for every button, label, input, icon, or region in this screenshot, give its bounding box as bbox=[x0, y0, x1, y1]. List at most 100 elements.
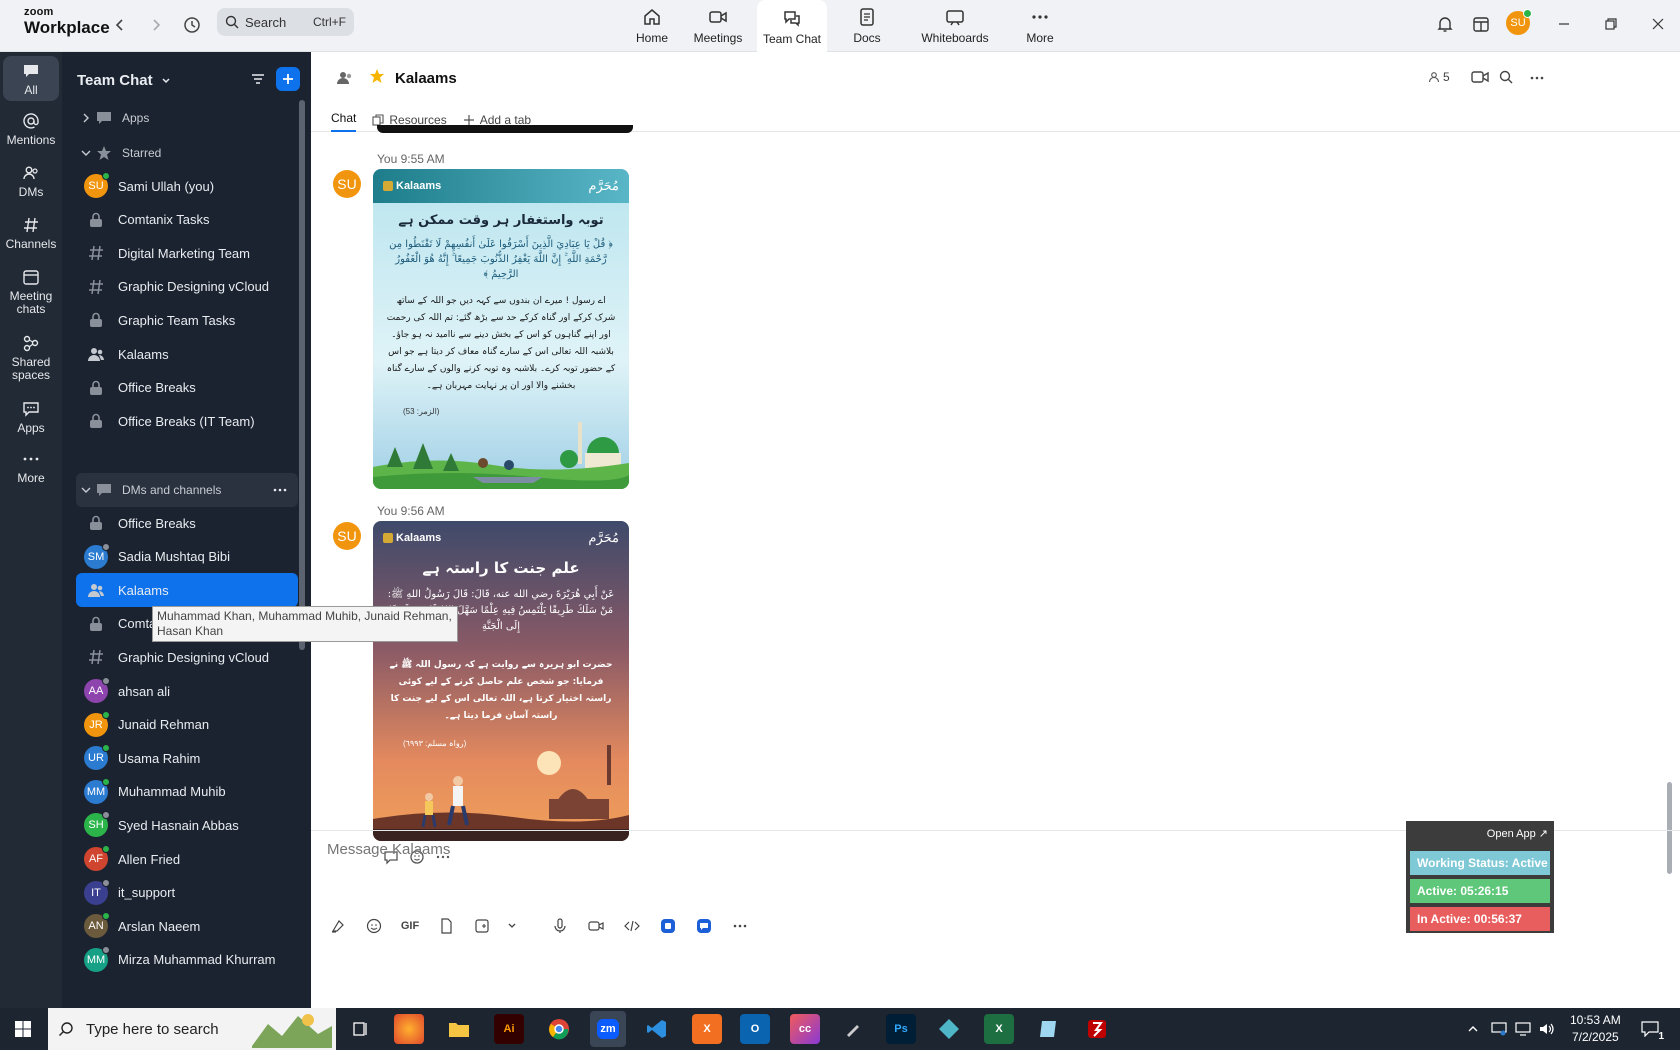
tab-whiteboards[interactable]: Whiteboards bbox=[912, 0, 998, 52]
team-chat-dropdown[interactable]: Team Chat bbox=[77, 72, 171, 89]
restore-icon[interactable] bbox=[1599, 12, 1623, 36]
sidebar-item[interactable]: Graphic Designing vCloud bbox=[76, 270, 298, 304]
sidebar-scrollbar[interactable] bbox=[299, 100, 305, 650]
channel-title[interactable]: Kalaams bbox=[395, 70, 457, 87]
back-arrow-icon[interactable] bbox=[108, 13, 132, 37]
message-image[interactable]: Kalaams مُحَرَّم توبہ واستغفار ہر وقت مم… bbox=[373, 169, 629, 489]
open-app-link[interactable]: Open App ↗ bbox=[1487, 827, 1548, 840]
creative-cloud-icon[interactable]: cc bbox=[790, 1014, 820, 1044]
sidebar-item[interactable]: Kalaams bbox=[76, 573, 298, 608]
sidebar-item[interactable]: MM Muhammad Muhib bbox=[76, 775, 298, 809]
sidebar-item[interactable]: AF Allen Fried bbox=[76, 842, 298, 876]
sidebar-item[interactable]: JR Junaid Rehman bbox=[76, 708, 298, 742]
sidebar-item[interactable]: Graphic Designing vCloud bbox=[76, 640, 298, 674]
tab-chat[interactable]: Chat bbox=[331, 108, 357, 132]
message-image[interactable]: Kalaams مُحَرَّم علم جنت کا راستہ ہے عَن… bbox=[373, 521, 629, 841]
app-blue-icon[interactable] bbox=[657, 915, 679, 937]
sidebar-item[interactable]: MM Mirza Muhammad Khurram bbox=[76, 943, 298, 977]
forward-arrow-icon[interactable] bbox=[144, 13, 168, 37]
sidebar-item[interactable]: Office Breaks bbox=[76, 371, 298, 405]
chrome-icon[interactable] bbox=[544, 1014, 574, 1044]
rail-mentions[interactable]: Mentions bbox=[3, 112, 59, 147]
sidebar-item[interactable]: SH Syed Hasnain Abbas bbox=[76, 808, 298, 842]
tab-home[interactable]: Home bbox=[622, 0, 682, 52]
remote-desktop-icon[interactable] bbox=[1488, 1014, 1510, 1044]
dms-channels-section[interactable]: DMs and channels bbox=[76, 473, 298, 507]
windows-start-icon[interactable] bbox=[8, 1014, 38, 1044]
format-icon[interactable] bbox=[327, 915, 349, 937]
filezilla-icon[interactable] bbox=[1082, 1014, 1112, 1044]
rail-apps[interactable]: Apps bbox=[3, 400, 59, 435]
sidebar-item[interactable]: Digital Marketing Team bbox=[76, 236, 298, 270]
rail-channels[interactable]: Channels bbox=[3, 216, 59, 251]
history-icon[interactable] bbox=[180, 13, 204, 37]
notification-center-icon[interactable]: 1 bbox=[1634, 1014, 1666, 1044]
vscode-icon[interactable] bbox=[642, 1014, 672, 1044]
section-more-icon[interactable] bbox=[272, 482, 288, 498]
video-call-icon[interactable] bbox=[1471, 70, 1489, 84]
sidebar-item[interactable]: SU Sami Ullah (you) bbox=[76, 169, 298, 203]
sidebar-item[interactable]: Graphic Team Tasks bbox=[76, 303, 298, 337]
sidebar-item[interactable]: Comtanix Tasks bbox=[76, 203, 298, 237]
file-icon[interactable] bbox=[435, 915, 457, 937]
network-icon[interactable] bbox=[1512, 1014, 1534, 1044]
close-icon[interactable] bbox=[1646, 12, 1670, 36]
screenshot-icon[interactable] bbox=[471, 915, 493, 937]
minimize-icon[interactable] bbox=[1552, 12, 1576, 36]
excel-icon[interactable]: X bbox=[984, 1014, 1014, 1044]
rail-dms[interactable]: DMs bbox=[3, 164, 59, 199]
illustrator-icon[interactable]: Ai bbox=[494, 1014, 524, 1044]
rail-shared-spaces[interactable]: Shared spaces bbox=[3, 334, 59, 382]
sidebar-item[interactable]: SM Sadia Mushtaq Bibi bbox=[76, 540, 298, 574]
member-count[interactable]: 5 bbox=[1428, 70, 1450, 84]
tab-team-chat[interactable]: Team Chat bbox=[757, 0, 827, 53]
tab-more[interactable]: More bbox=[1010, 0, 1070, 52]
taskbar-search[interactable]: Type here to search bbox=[48, 1008, 336, 1050]
more-icon[interactable] bbox=[729, 915, 751, 937]
search-icon[interactable] bbox=[1499, 70, 1513, 84]
sidebar-item[interactable]: IT it_support bbox=[76, 876, 298, 910]
calendar-panel-icon[interactable] bbox=[1469, 12, 1493, 36]
chevron-down-icon[interactable] bbox=[507, 915, 517, 937]
rail-all[interactable]: All bbox=[3, 56, 59, 101]
apps-section[interactable]: Apps bbox=[76, 101, 298, 135]
more-options-icon[interactable] bbox=[1529, 70, 1545, 86]
task-view-icon[interactable] bbox=[346, 1014, 376, 1044]
system-clock[interactable]: 10:53 AM 7/2/2025 bbox=[1570, 1012, 1621, 1046]
sidebar-item[interactable]: Office Breaks (IT Team) bbox=[76, 404, 298, 438]
new-chat-button[interactable] bbox=[276, 67, 300, 91]
sidebar-item[interactable]: AN Arslan Naeem bbox=[76, 909, 298, 943]
app-chat-icon[interactable] bbox=[693, 915, 715, 937]
code-snippet-icon[interactable] bbox=[621, 915, 643, 937]
message-input[interactable] bbox=[327, 841, 927, 858]
message-avatar[interactable]: SU bbox=[333, 522, 361, 550]
emoji-icon[interactable] bbox=[363, 915, 385, 937]
video-message-icon[interactable] bbox=[585, 915, 607, 937]
sidebar-item[interactable]: Office Breaks bbox=[76, 506, 298, 540]
photoshop-icon[interactable]: Ps bbox=[886, 1014, 916, 1044]
sidebar-item[interactable]: AA ahsan ali bbox=[76, 674, 298, 708]
chevron-up-icon[interactable] bbox=[1462, 1014, 1484, 1044]
sidebar-item[interactable]: Kalaams bbox=[76, 337, 298, 371]
app-gem-icon[interactable] bbox=[934, 1014, 964, 1044]
filter-icon[interactable] bbox=[246, 67, 270, 91]
outlook-icon[interactable]: O bbox=[740, 1014, 770, 1044]
firefox-icon[interactable] bbox=[394, 1014, 424, 1044]
notes-app-icon[interactable] bbox=[1034, 1014, 1064, 1044]
gif-button[interactable]: GIF bbox=[399, 915, 421, 937]
volume-icon[interactable] bbox=[1536, 1014, 1558, 1044]
star-icon[interactable] bbox=[369, 68, 385, 84]
search-box[interactable]: Search Ctrl+F bbox=[217, 8, 354, 36]
rail-meeting-chats[interactable]: Meeting chats bbox=[3, 268, 59, 316]
microphone-icon[interactable] bbox=[549, 915, 571, 937]
xampp-icon[interactable]: X bbox=[692, 1014, 722, 1044]
tab-meetings[interactable]: Meetings bbox=[686, 0, 750, 52]
starred-section[interactable]: Starred bbox=[76, 136, 298, 170]
rail-more[interactable]: More bbox=[3, 450, 59, 485]
sidebar-item[interactable]: UR Usama Rahim bbox=[76, 741, 298, 775]
message-avatar[interactable]: SU bbox=[333, 170, 361, 198]
pen-tool-icon[interactable] bbox=[838, 1014, 868, 1044]
notifications-bell-icon[interactable] bbox=[1433, 12, 1457, 36]
tab-docs[interactable]: Docs bbox=[836, 0, 898, 52]
zoom-taskbar-icon[interactable]: zm bbox=[590, 1011, 626, 1047]
